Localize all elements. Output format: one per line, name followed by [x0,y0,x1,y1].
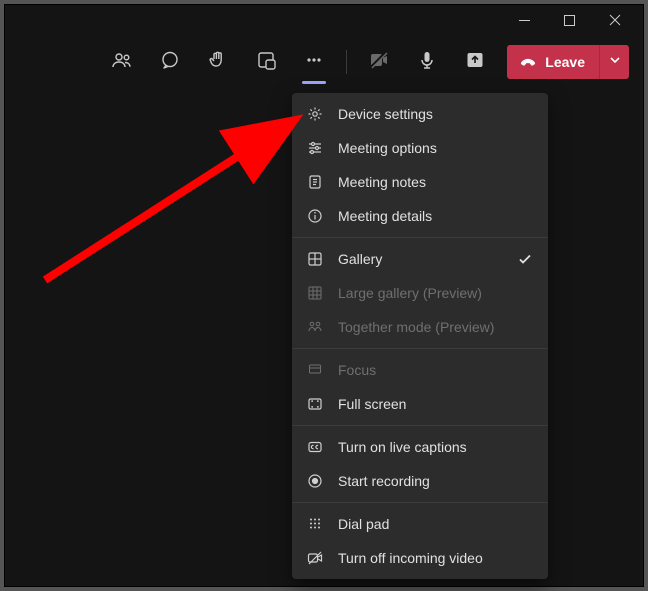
menu-item-start-recording[interactable]: Start recording [292,464,548,498]
people-icon [112,50,132,75]
sliders-icon [306,139,324,157]
gallery-icon [306,250,324,268]
camera-button[interactable] [357,42,401,82]
record-icon [306,472,324,490]
gear-icon [306,105,324,123]
menu-item-turn-off-incoming-video[interactable]: Turn off incoming video [292,541,548,575]
menu-item-device-settings[interactable]: Device settings [292,97,548,131]
captions-icon [306,438,324,456]
chat-icon [160,50,180,75]
raise-hand-icon [208,50,228,75]
menu-item-label: Meeting details [338,208,534,224]
menu-item-label: Together mode (Preview) [338,319,534,335]
menu-separator [292,425,548,426]
menu-item-label: Meeting notes [338,174,534,190]
menu-item-label: Meeting options [338,140,534,156]
rooms-button[interactable] [244,42,288,82]
leave-label: Leave [545,54,585,70]
menu-item-label: Device settings [338,106,534,122]
focus-icon [306,361,324,379]
camera-off-icon [369,50,389,75]
menu-separator [292,237,548,238]
breakout-rooms-icon [256,50,276,75]
menu-item-large-gallery: Large gallery (Preview) [292,276,548,310]
together-mode-icon [306,318,324,336]
leave-dropdown-button[interactable] [599,45,629,79]
annotation-arrow [35,105,325,295]
meeting-toolbar: Leave [5,35,643,89]
microphone-button[interactable] [405,42,449,82]
toolbar-divider [346,50,347,74]
menu-item-full-screen[interactable]: Full screen [292,387,548,421]
window-maximize-button[interactable] [547,5,592,35]
share-screen-icon [465,50,485,75]
menu-item-label: Full screen [338,396,534,412]
notes-icon [306,173,324,191]
menu-item-gallery[interactable]: Gallery [292,242,548,276]
menu-separator [292,502,548,503]
window-minimize-button[interactable] [502,5,547,35]
menu-item-dial-pad[interactable]: Dial pad [292,507,548,541]
menu-item-label: Large gallery (Preview) [338,285,534,301]
raise-hand-button[interactable] [196,42,240,82]
menu-item-label: Gallery [338,251,502,267]
menu-item-live-captions[interactable]: Turn on live captions [292,430,548,464]
chevron-down-icon [609,53,621,71]
checkmark-icon [516,252,534,266]
menu-item-together-mode: Together mode (Preview) [292,310,548,344]
menu-separator [292,348,548,349]
leave-button-group: Leave [507,45,629,79]
info-icon [306,207,324,225]
fullscreen-icon [306,395,324,413]
more-actions-menu: Device settings Meeting options Meeting … [292,93,548,579]
menu-item-label: Turn off incoming video [338,550,534,566]
hangup-icon [519,52,537,73]
more-actions-button[interactable] [292,42,336,82]
more-icon [304,50,324,75]
menu-item-meeting-notes[interactable]: Meeting notes [292,165,548,199]
dialpad-icon [306,515,324,533]
chat-button[interactable] [148,42,192,82]
app-window: Leave Device settings [4,4,644,587]
menu-item-label: Start recording [338,473,534,489]
video-off-icon [306,549,324,567]
menu-item-focus: Focus [292,353,548,387]
microphone-icon [417,50,437,75]
menu-item-label: Dial pad [338,516,534,532]
share-button[interactable] [453,42,497,82]
participants-button[interactable] [100,42,144,82]
menu-item-label: Focus [338,362,534,378]
leave-button[interactable]: Leave [507,45,599,79]
window-close-button[interactable] [592,5,637,35]
large-gallery-icon [306,284,324,302]
window-titlebar [5,5,643,35]
menu-item-meeting-options[interactable]: Meeting options [292,131,548,165]
menu-item-meeting-details[interactable]: Meeting details [292,199,548,233]
menu-item-label: Turn on live captions [338,439,534,455]
